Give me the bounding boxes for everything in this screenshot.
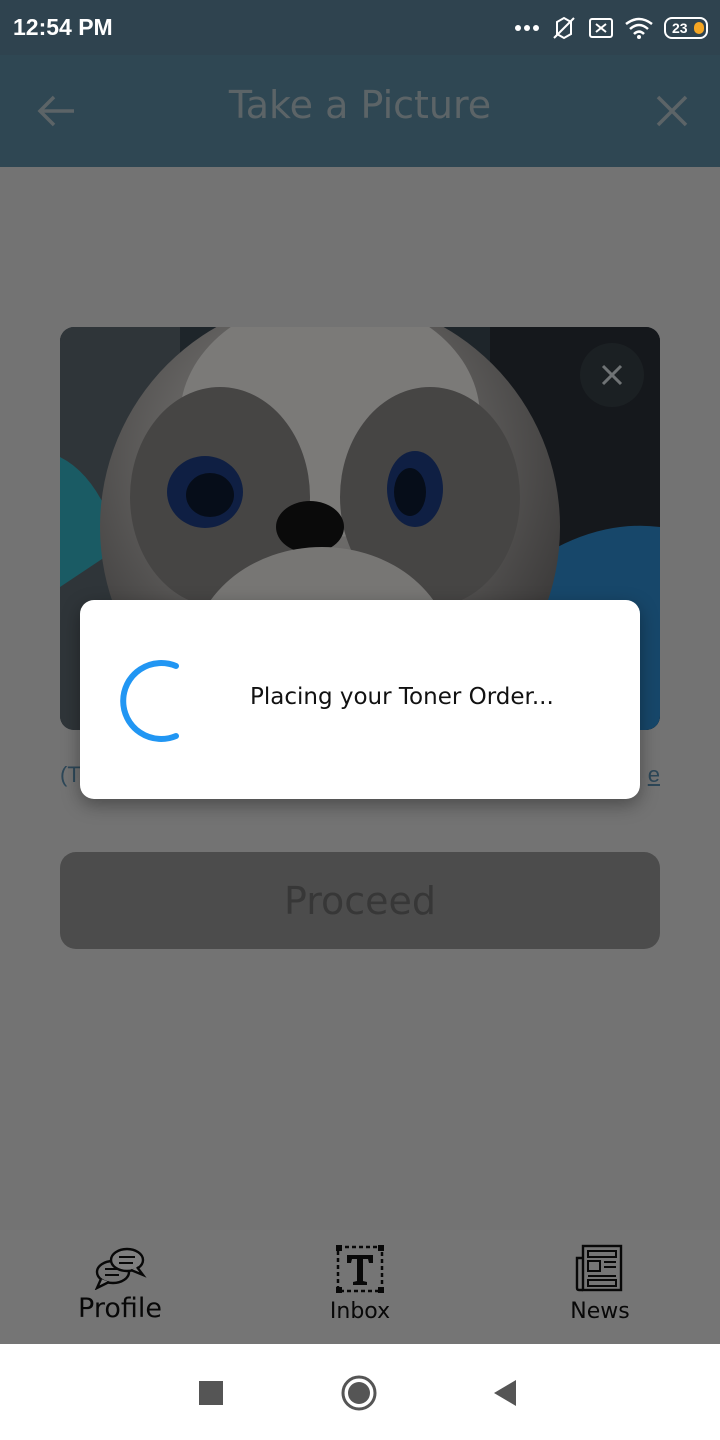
vibrate-off-icon <box>553 16 575 40</box>
recents-square-icon[interactable] <box>198 1380 224 1406</box>
wifi-icon <box>625 17 653 39</box>
status-bar: 12:54 PM 23 <box>0 0 720 55</box>
home-circle-icon[interactable] <box>340 1374 378 1412</box>
no-sim-icon <box>589 18 613 38</box>
android-nav-bar <box>0 1344 720 1440</box>
battery-icon: 23 <box>664 17 708 39</box>
loading-spinner-icon <box>120 660 179 742</box>
loading-dialog: Placing your Toner Order... <box>80 600 640 799</box>
battery-level: 23 <box>672 20 688 36</box>
dialog-message: Placing your Toner Order... <box>250 684 554 710</box>
status-time: 12:54 PM <box>13 14 113 40</box>
status-icons: 23 <box>514 12 708 44</box>
more-dots-icon <box>515 25 539 31</box>
back-triangle-icon[interactable] <box>492 1378 518 1408</box>
